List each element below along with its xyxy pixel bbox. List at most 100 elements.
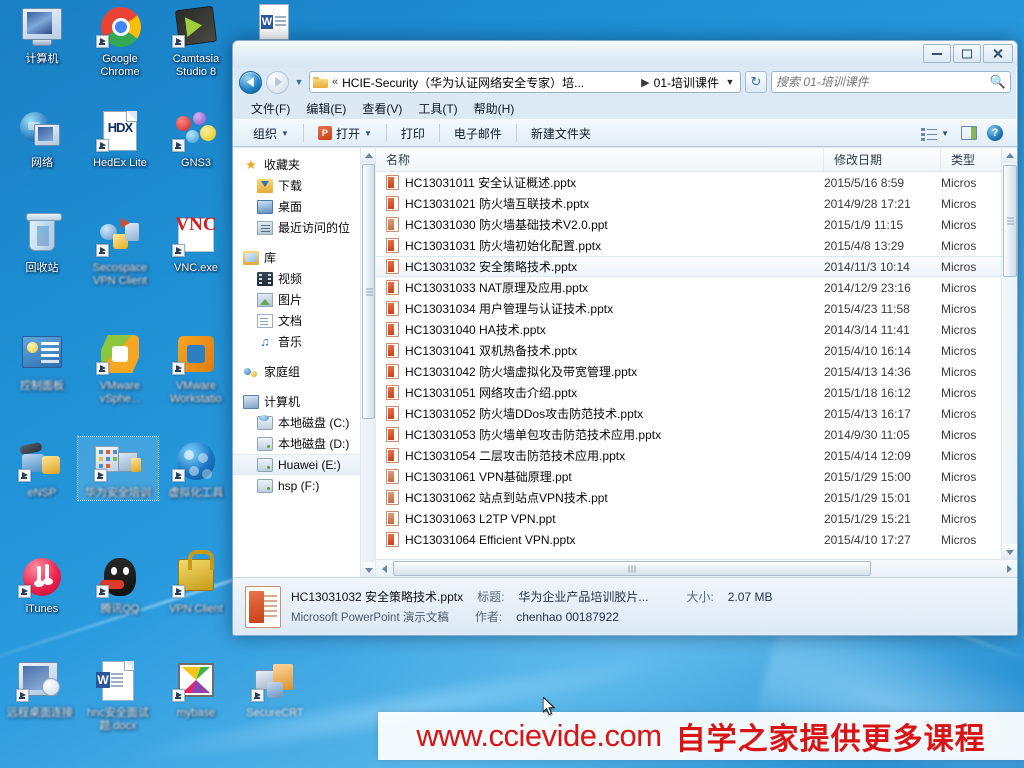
scrollbar-thumb[interactable] [393, 561, 871, 576]
close-button[interactable] [983, 44, 1013, 63]
back-button[interactable] [239, 70, 262, 94]
tree-item-recent-places[interactable]: 最近访问的位 [233, 217, 375, 238]
desktop-icon-recycle-bin[interactable]: 回收站 [4, 213, 80, 275]
tree-item-favorites[interactable]: ★ 收藏夹 [233, 154, 375, 175]
scroll-right-arrow[interactable] [1000, 560, 1017, 577]
column-header-date[interactable]: 修改日期 [824, 147, 941, 172]
change-view-button[interactable]: ▼ [919, 122, 951, 144]
maximize-restore-button[interactable] [953, 44, 981, 63]
menu-help[interactable]: 帮助(H) [474, 100, 515, 117]
scroll-left-arrow[interactable] [376, 560, 393, 577]
breadcrumb-parent[interactable]: HCIE-Security（华为认证网络安全专家）培... [342, 74, 637, 91]
table-row[interactable]: HC13031052 防火墙DDos攻击防范技术.pptx 2015/4/13 1… [376, 403, 1017, 424]
search-icon: 🔍 [989, 74, 1006, 89]
window-titlebar[interactable] [233, 41, 1017, 67]
table-row[interactable]: HC13031042 防火墙虚拟化及带宽管理.pptx 2015/4/13 14:… [376, 361, 1017, 382]
tree-item-drive-c[interactable]: 本地磁盘 (C:) [233, 412, 375, 433]
desktop-icon-vmware-workstation[interactable]: VMware Workstatio [158, 333, 234, 405]
table-row[interactable]: HC13031054 二层攻击防范技术应用.pptx 2015/4/14 12:0… [376, 445, 1017, 466]
menu-file[interactable]: 文件(F) [251, 100, 290, 117]
desktop-icon-word-document[interactable]: W hnc安全面试题.docx [80, 660, 156, 732]
tree-item-drive-d[interactable]: 本地磁盘 (D:) [233, 433, 375, 454]
desktop-icon-remote-desktop[interactable]: 远程桌面连接 [2, 660, 78, 720]
table-row[interactable]: HC13031032 安全策略技术.pptx 2014/11/3 10:14 Mic… [376, 256, 1017, 277]
file-list-vertical-scrollbar[interactable] [1001, 148, 1017, 559]
tree-item-label: 图片 [278, 293, 303, 307]
tree-item-libraries[interactable]: 库 [233, 247, 375, 268]
scrollbar-thumb[interactable] [362, 164, 375, 419]
tree-item-documents[interactable]: 文档 [233, 310, 375, 331]
column-header-name[interactable]: 名称 [376, 147, 824, 172]
desktop-icon-secospace-vpn-client[interactable]: Secospace VPN Client [82, 215, 158, 287]
table-row[interactable]: HC13031062 站点到站点VPN技术.ppt 2015/1/29 15:01… [376, 487, 1017, 508]
scrollbar-thumb[interactable] [1003, 165, 1017, 277]
file-name-cell: HC13031032 安全策略技术.pptx [376, 258, 824, 275]
tree-item-videos[interactable]: 视频 [233, 268, 375, 289]
table-row[interactable]: HC13031063 L2TP VPN.ppt 2015/1/29 15:21 Mi… [376, 508, 1017, 529]
tree-item-drive-e-huawei[interactable]: Huawei (E:) [233, 454, 375, 475]
table-row[interactable]: HC13031051 网络攻击介绍.pptx 2015/1/18 16:12 Mic… [376, 382, 1017, 403]
background-document-icon[interactable]: W [252, 4, 298, 44]
table-row[interactable]: HC13031053 防火墙单包攻击防范技术应用.pptx 2014/9/30 1… [376, 424, 1017, 445]
scroll-down-arrow[interactable] [361, 562, 375, 577]
table-row[interactable]: HC13031021 防火墙互联技术.pptx 2014/9/28 17:21 Mi… [376, 193, 1017, 214]
history-dropdown-icon[interactable]: ▼ [293, 77, 305, 87]
table-row[interactable]: HC13031030 防火墙基础技术V2.0.ppt 2015/1/9 11:15… [376, 214, 1017, 235]
table-row[interactable]: HC13031033 NAT原理及应用.pptx 2014/12/9 23:16 M… [376, 277, 1017, 298]
table-row[interactable]: HC13031064 Efficient VPN.pptx 2015/4/10 1… [376, 529, 1017, 550]
navpane-scrollbar[interactable] [360, 148, 375, 577]
desktop-icon-hedex-lite[interactable]: HDX HedEx Lite [82, 110, 158, 170]
desktop-icon-vpn-client[interactable]: VPN Client [158, 550, 234, 616]
scroll-down-arrow[interactable] [1002, 544, 1017, 559]
new-folder-button[interactable]: 新建文件夹 [521, 122, 601, 144]
menu-tools[interactable]: 工具(T) [418, 100, 457, 117]
desktop-icon-ensp[interactable]: eNSP [4, 440, 80, 500]
address-bar[interactable]: « HCIE-Security（华为认证网络安全专家）培... ▶ 01-培训课… [309, 71, 741, 93]
tree-item-downloads[interactable]: 下载 [233, 175, 375, 196]
table-row[interactable]: HC13031031 防火墙初始化配置.pptx 2015/4/8 13:29 Mi… [376, 235, 1017, 256]
scroll-up-arrow[interactable] [1002, 148, 1017, 163]
search-box[interactable]: 🔍 [771, 71, 1011, 93]
desktop-icon-vnc[interactable]: VNC VNC.exe [158, 215, 234, 275]
desktop-icon-sphere-tool[interactable]: 虚拟化工具 [158, 440, 234, 500]
refresh-button[interactable]: ↻ [745, 71, 767, 93]
table-row[interactable]: HC13031041 双机热备技术.pptx 2015/4/10 16:14 Mic… [376, 340, 1017, 361]
menu-view[interactable]: 查看(V) [362, 100, 402, 117]
breadcrumb-current[interactable]: 01-培训课件 [654, 74, 719, 91]
desktop-icon-gns3[interactable]: GNS3 [158, 110, 234, 170]
tree-item-homegroup[interactable]: 家庭组 [233, 361, 375, 382]
file-list-horizontal-scrollbar[interactable] [376, 559, 1017, 577]
tree-item-desktop[interactable]: 桌面 [233, 196, 375, 217]
tree-item-pictures[interactable]: 图片 [233, 289, 375, 310]
desktop-icon-camtasia-studio[interactable]: Camtasia Studio 8 [158, 5, 234, 78]
desktop-icon-computer[interactable]: 计算机 [4, 6, 80, 66]
table-row[interactable]: HC13031011 安全认证概述.pptx 2015/5/16 8:59 Micr… [376, 172, 1017, 193]
address-dropdown-icon[interactable]: ▼ [723, 77, 737, 87]
desktop-icon-google-chrome[interactable]: Google Chrome [82, 6, 158, 78]
desktop-icon-itunes[interactable]: iTunes [4, 556, 80, 616]
table-row[interactable]: HC13031061 VPN基础原理.ppt 2015/1/29 15:00 Mic… [376, 466, 1017, 487]
desktop-icon-securecrt[interactable]: SecureCRT [237, 660, 313, 720]
desktop-icon-qq[interactable]: 腾讯QQ [82, 556, 158, 616]
table-row[interactable]: HC13031034 用户管理与认证技术.pptx 2015/4/23 11:58… [376, 298, 1017, 319]
search-input[interactable] [776, 75, 990, 89]
preview-pane-icon[interactable] [961, 126, 977, 140]
tree-item-drive-f-hsp[interactable]: hsp (F:) [233, 475, 375, 496]
menu-edit[interactable]: 编辑(E) [306, 100, 346, 117]
desktop-icon-mybase[interactable]: mybase [158, 660, 234, 720]
table-row[interactable]: HC13031040 HA技术.pptx 2014/3/14 11:41 Micro… [376, 319, 1017, 340]
desktop-icon-huawei-training[interactable]: 华为安全培训 [77, 436, 159, 501]
desktop-icon-network[interactable]: 网络 [4, 110, 80, 170]
open-button[interactable]: P 打开 ▼ [308, 122, 382, 144]
scroll-up-arrow[interactable] [361, 148, 375, 163]
desktop-icon-control-panel[interactable]: 控制面板 [4, 333, 80, 393]
minimize-button[interactable] [923, 44, 951, 63]
tree-item-music[interactable]: ♫ 音乐 [233, 331, 375, 352]
tree-item-computer[interactable]: 计算机 [233, 391, 375, 412]
email-button[interactable]: 电子邮件 [444, 122, 512, 144]
help-icon[interactable]: ? [987, 125, 1003, 141]
desktop-icon-vmware-vsphere[interactable]: VMware vSphe... [82, 333, 158, 405]
forward-button[interactable] [266, 70, 289, 94]
print-button[interactable]: 打印 [391, 122, 435, 144]
organize-button[interactable]: 组织 ▼ [243, 122, 299, 144]
